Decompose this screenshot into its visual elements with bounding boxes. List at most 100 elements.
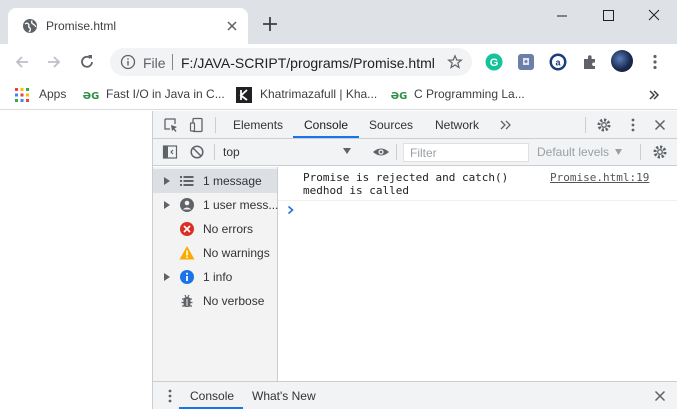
extension-a-icon[interactable]: a [549, 53, 567, 71]
settings-gear-icon[interactable] [596, 117, 612, 133]
svg-text:ƏG: ƏG [391, 91, 408, 102]
sidebar-item-label: No verbose [203, 294, 265, 308]
bookmark-label: Apps [39, 87, 67, 101]
profile-avatar[interactable] [611, 50, 633, 72]
console-output: Promise is rejected and catch() medhod i… [278, 167, 677, 381]
tab-title: Promise.html [46, 19, 117, 33]
toolbar-divider [640, 144, 641, 160]
svg-text:ƏG: ƏG [83, 91, 100, 102]
chevron-down-icon[interactable] [343, 148, 351, 154]
toolbar-divider [396, 144, 397, 160]
filter-placeholder: Filter [410, 146, 437, 160]
bookmark-star-icon[interactable] [447, 54, 463, 70]
bookmarks-bar: Apps ƏG Fast I/O in Java in C... Khatrim… [0, 80, 677, 110]
user-icon [180, 198, 194, 212]
sidebar-item-label: No errors [203, 222, 254, 236]
bug-icon [181, 294, 193, 307]
close-devtools-icon[interactable] [652, 117, 668, 133]
k-icon [236, 87, 252, 103]
window-close-icon[interactable] [631, 0, 677, 32]
browser-menu-icon[interactable] [646, 53, 664, 71]
bookmark-label: Khatrimazafull | Kha... [260, 87, 378, 101]
back-arrow-icon[interactable] [12, 52, 32, 72]
bookmark-label: C Programming La... [414, 87, 525, 101]
url-scheme: File [143, 55, 166, 71]
close-drawer-icon[interactable] [652, 388, 668, 404]
bookmark-label: Fast I/O in Java in C... [106, 87, 225, 101]
chevron-down-icon[interactable] [615, 149, 622, 155]
sidebar-item-label: 1 user mess... [203, 198, 279, 212]
reload-icon[interactable] [77, 52, 97, 72]
sidebar-item-user-messages[interactable]: 1 user mess... [153, 193, 279, 217]
console-sidebar: 1 message 1 user mess... No errors No wa… [153, 167, 278, 381]
devtools-tabbar: Elements Console Sources Network [153, 111, 677, 139]
inspect-element-icon[interactable] [163, 117, 179, 133]
svg-text:G: G [490, 57, 499, 69]
toolbar-divider [215, 117, 216, 133]
toggle-sidebar-icon[interactable] [162, 144, 178, 160]
log-levels-dropdown[interactable]: Default levels [537, 145, 609, 159]
new-tab-icon[interactable] [260, 14, 280, 34]
context-selector[interactable]: top [223, 145, 240, 159]
devtools-drawer-tabbar: Console What's New [153, 381, 677, 409]
error-icon [180, 222, 194, 236]
extensions-puzzle-icon[interactable] [581, 53, 599, 71]
url-text[interactable]: F:/JAVA-SCRIPT/programs/Promise.html [181, 55, 435, 71]
forward-arrow-icon[interactable] [44, 52, 64, 72]
expand-arrow-icon[interactable] [164, 177, 170, 185]
address-bar[interactable]: File F:/JAVA-SCRIPT/programs/Promise.htm… [110, 48, 472, 76]
more-bookmarks-icon[interactable] [647, 88, 661, 102]
devtools-menu-icon[interactable] [625, 117, 641, 133]
bookmark-khatrimazafull[interactable]: Khatrimazafull | Kha... [236, 86, 380, 104]
grammarly-icon[interactable]: G [485, 53, 503, 71]
sidebar-item-warnings[interactable]: No warnings [153, 241, 277, 265]
devtools-panel: Elements Console Sources Network top Fil… [152, 111, 677, 409]
tab-network[interactable]: Network [435, 118, 479, 132]
expand-arrow-icon[interactable] [164, 201, 170, 209]
maximize-icon[interactable] [585, 0, 631, 32]
info-icon [180, 270, 194, 284]
tab-elements[interactable]: Elements [233, 118, 283, 132]
tab-close-icon[interactable] [224, 18, 240, 34]
drawer-tab-console[interactable]: Console [190, 389, 234, 403]
tab-sources[interactable]: Sources [369, 118, 413, 132]
active-tab-indicator [293, 136, 359, 138]
omnibox-divider [172, 54, 173, 70]
console-settings-gear-icon[interactable] [652, 144, 668, 160]
tab-strip: Promise.html [0, 0, 677, 44]
drawer-menu-icon[interactable] [162, 388, 178, 404]
bookmark-fast-io[interactable]: ƏG Fast I/O in Java in C... [82, 86, 225, 104]
sidebar-item-messages[interactable]: 1 message [153, 169, 277, 193]
sidebar-item-info[interactable]: 1 info [153, 265, 277, 289]
console-prompt-chevron-icon[interactable] [286, 205, 296, 215]
sidebar-item-verbose[interactable]: No verbose [153, 289, 277, 313]
toolbar-divider [585, 117, 586, 133]
message-text: Promise is rejected and catch() medhod i… [303, 171, 509, 197]
apps-grid-icon [15, 88, 29, 102]
globe-icon [23, 19, 37, 33]
gfg-icon: ƏG [83, 91, 100, 102]
site-info-icon[interactable] [120, 54, 136, 70]
extension-puzzle-blue-icon[interactable] [517, 53, 535, 71]
sidebar-item-label: 1 message [203, 174, 262, 188]
browser-tab[interactable]: Promise.html [8, 8, 248, 44]
tab-console[interactable]: Console [304, 118, 348, 132]
console-message: Promise is rejected and catch() medhod i… [278, 167, 677, 201]
live-expression-eye-icon[interactable] [372, 144, 390, 160]
message-source-link[interactable]: Promise.html:19 [550, 171, 649, 184]
expand-arrow-icon[interactable] [164, 273, 170, 281]
console-toolbar: top Filter Default levels [153, 139, 677, 166]
gfg-icon: ƏG [391, 91, 408, 102]
more-tabs-chevron-icon[interactable] [498, 117, 514, 133]
warning-icon [179, 246, 195, 260]
filter-input[interactable]: Filter [403, 143, 529, 162]
minimize-icon[interactable] [539, 0, 585, 32]
sidebar-item-errors[interactable]: No errors [153, 217, 277, 241]
device-toolbar-icon[interactable] [189, 117, 205, 133]
drawer-tab-whats-new[interactable]: What's New [252, 389, 316, 403]
clear-console-icon[interactable] [189, 144, 205, 160]
sidebar-item-label: No warnings [203, 246, 270, 260]
list-icon [180, 176, 194, 186]
bookmark-c-programming[interactable]: ƏG C Programming La... [390, 86, 526, 104]
bookmark-apps[interactable]: Apps [14, 86, 74, 104]
